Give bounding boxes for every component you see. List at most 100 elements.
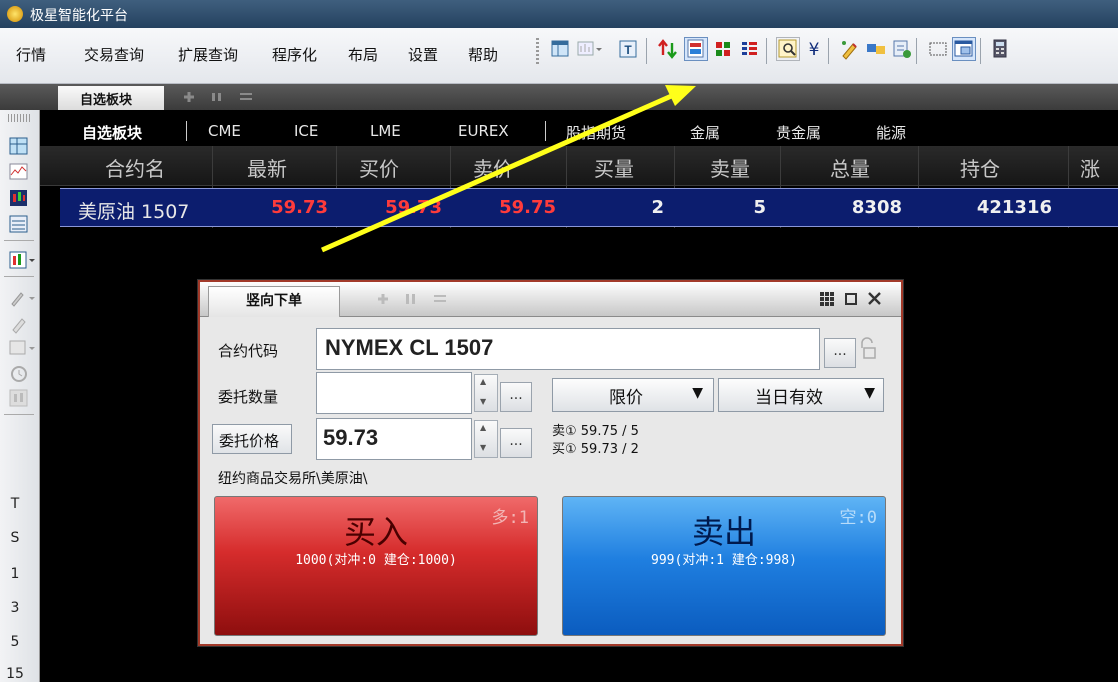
col-volume[interactable]: 总量 [800,153,900,182]
grid-red-icon[interactable] [712,37,736,61]
cell-volume: 8308 [851,197,902,218]
period-15-button[interactable]: 15 [0,666,30,682]
menu-settings[interactable]: 设置 [402,40,444,69]
col-bid[interactable]: 买价 [334,153,424,182]
price-picker-button[interactable]: ... [500,428,532,458]
title-bar: 极星智能化平台 [0,0,1118,28]
quantity-stepper[interactable] [474,374,498,412]
quantity-input[interactable] [316,372,472,414]
menu-layout[interactable]: 布局 [342,40,384,69]
pencil-dropdown-icon[interactable] [8,288,36,308]
search-chart-icon[interactable] [776,37,800,61]
category-watchlist[interactable]: 自选板块 [82,122,142,143]
history-icon[interactable] [8,364,30,384]
period-1-button[interactable]: 1 [0,566,30,582]
quantity-picker-button[interactable]: ... [500,382,532,412]
col-bid-qty[interactable]: 买量 [564,153,664,182]
quote-table-icon[interactable] [8,136,30,156]
menu-programmatic[interactable]: 程序化 [266,40,323,69]
category-index-futures[interactable]: 股指期货 [566,122,626,143]
chevron-down-icon: ▼ [864,385,875,401]
pause-icon[interactable] [212,93,215,101]
pen-tool-icon[interactable] [838,37,862,61]
cell-bid-qty: 2 [651,197,664,218]
category-energy[interactable]: 能源 [876,122,906,143]
order-type-select[interactable]: 限价 ▼ [552,378,714,412]
category-eurex[interactable]: EUREX [458,122,509,140]
menu-lines-icon[interactable] [240,93,252,95]
menu-help[interactable]: 帮助 [462,40,504,69]
cell-open-interest: 421316 [976,197,1052,218]
col-open-interest[interactable]: 持仓 [930,153,1030,182]
quantity-label: 委托数量 [218,388,279,406]
arrows-icon[interactable] [656,37,680,61]
col-last[interactable]: 最新 [222,153,312,182]
sell-button[interactable]: 卖出 空:0 999(对冲:1 建仓:998) [562,496,886,636]
lock-icon[interactable] [858,336,878,362]
add-tab-icon[interactable] [184,92,194,102]
frame-icon[interactable] [926,37,950,61]
chart-type-dropdown-icon[interactable] [8,250,36,270]
line-chart-icon[interactable] [8,162,30,182]
table-icon[interactable] [548,37,572,61]
text-icon[interactable]: T [616,37,640,61]
tab-watchlist[interactable]: 自选板块 [58,86,164,110]
candle-chart-icon[interactable] [8,188,30,208]
period-tick-button[interactable]: T [0,496,30,512]
buy-button[interactable]: 买入 多:1 1000(对冲:0 建仓:1000) [214,496,538,636]
yen-icon[interactable]: ¥ [802,37,826,61]
app-logo-icon [7,6,23,22]
chart-dropdown-icon[interactable] [574,37,606,61]
col-ask[interactable]: 卖价 [448,153,538,182]
maximize-icon[interactable] [845,293,857,305]
list-red-icon[interactable] [738,37,762,61]
contract-code-label: 合约代码 [218,342,279,360]
col-ask-qty[interactable]: 卖量 [680,153,780,182]
candle-gray-icon[interactable] [8,388,30,408]
contract-picker-button[interactable]: ... [824,338,856,368]
category-precious-metals[interactable]: 贵金属 [776,122,821,143]
add-tab-icon[interactable] [378,294,388,304]
export-icon[interactable] [890,37,914,61]
category-bar: 自选板块 CME ICE LME EUREX 股指期货 金属 贵金属 能源 [40,118,1118,146]
board-tab-strip: 自选板块 [0,84,1118,110]
menu-extended-query[interactable]: 扩展查询 [172,40,244,69]
order-window-title[interactable]: 竖向下单 [208,286,340,317]
col-contract-name[interactable]: 合约名 [80,153,190,182]
price-input[interactable]: 59.73 [316,418,472,460]
pause-icon[interactable] [406,294,409,304]
grid-icon[interactable] [820,292,834,306]
swap-icon[interactable] [864,37,888,61]
image-dropdown-icon[interactable] [8,338,36,358]
contract-code-input[interactable]: NYMEX CL 1507 [316,328,820,370]
svg-text:T: T [624,43,632,57]
list-view-icon[interactable] [8,214,30,234]
vertical-order-icon[interactable] [684,37,708,61]
category-lme[interactable]: LME [370,122,401,140]
menu-bar: 行情 交易查询 扩展查询 程序化 布局 设置 帮助 T ¥ [0,28,1118,84]
vertical-order-window: 竖向下单 合约代码 NYMEX CL 1507 ... 委托数量 ... 限价 … [198,280,903,646]
menu-market[interactable]: 行情 [10,40,52,69]
exchange-path: 纽约商品交易所\美原油\ [218,471,368,487]
bid-quote: 买① 59.73 / 2 [552,442,639,457]
close-icon[interactable] [868,292,881,305]
table-row[interactable]: 美原油 1507 59.73 59.73 59.75 2 5 8308 4213… [60,188,1118,227]
grip-icon [8,114,30,122]
category-ice[interactable]: ICE [294,122,318,140]
price-stepper[interactable] [474,420,498,458]
period-second-button[interactable]: S [0,530,30,546]
calculator-icon[interactable] [988,37,1012,61]
category-metals[interactable]: 金属 [690,122,720,143]
period-5-button[interactable]: 5 [0,634,30,650]
category-cme[interactable]: CME [208,122,241,140]
period-3-button[interactable]: 3 [0,600,30,616]
validity-select[interactable]: 当日有效 ▼ [718,378,884,412]
menu-lines-icon[interactable] [434,295,446,297]
col-change[interactable]: 涨 [1070,153,1110,182]
draw-tool-icon[interactable] [8,314,30,334]
window-icon[interactable] [952,37,976,61]
price-label-button[interactable]: 委托价格 [212,424,292,454]
order-window-titlebar[interactable]: 竖向下单 [200,282,901,317]
contract-code-value: NYMEX CL 1507 [325,335,494,360]
menu-trade-query[interactable]: 交易查询 [78,40,150,69]
